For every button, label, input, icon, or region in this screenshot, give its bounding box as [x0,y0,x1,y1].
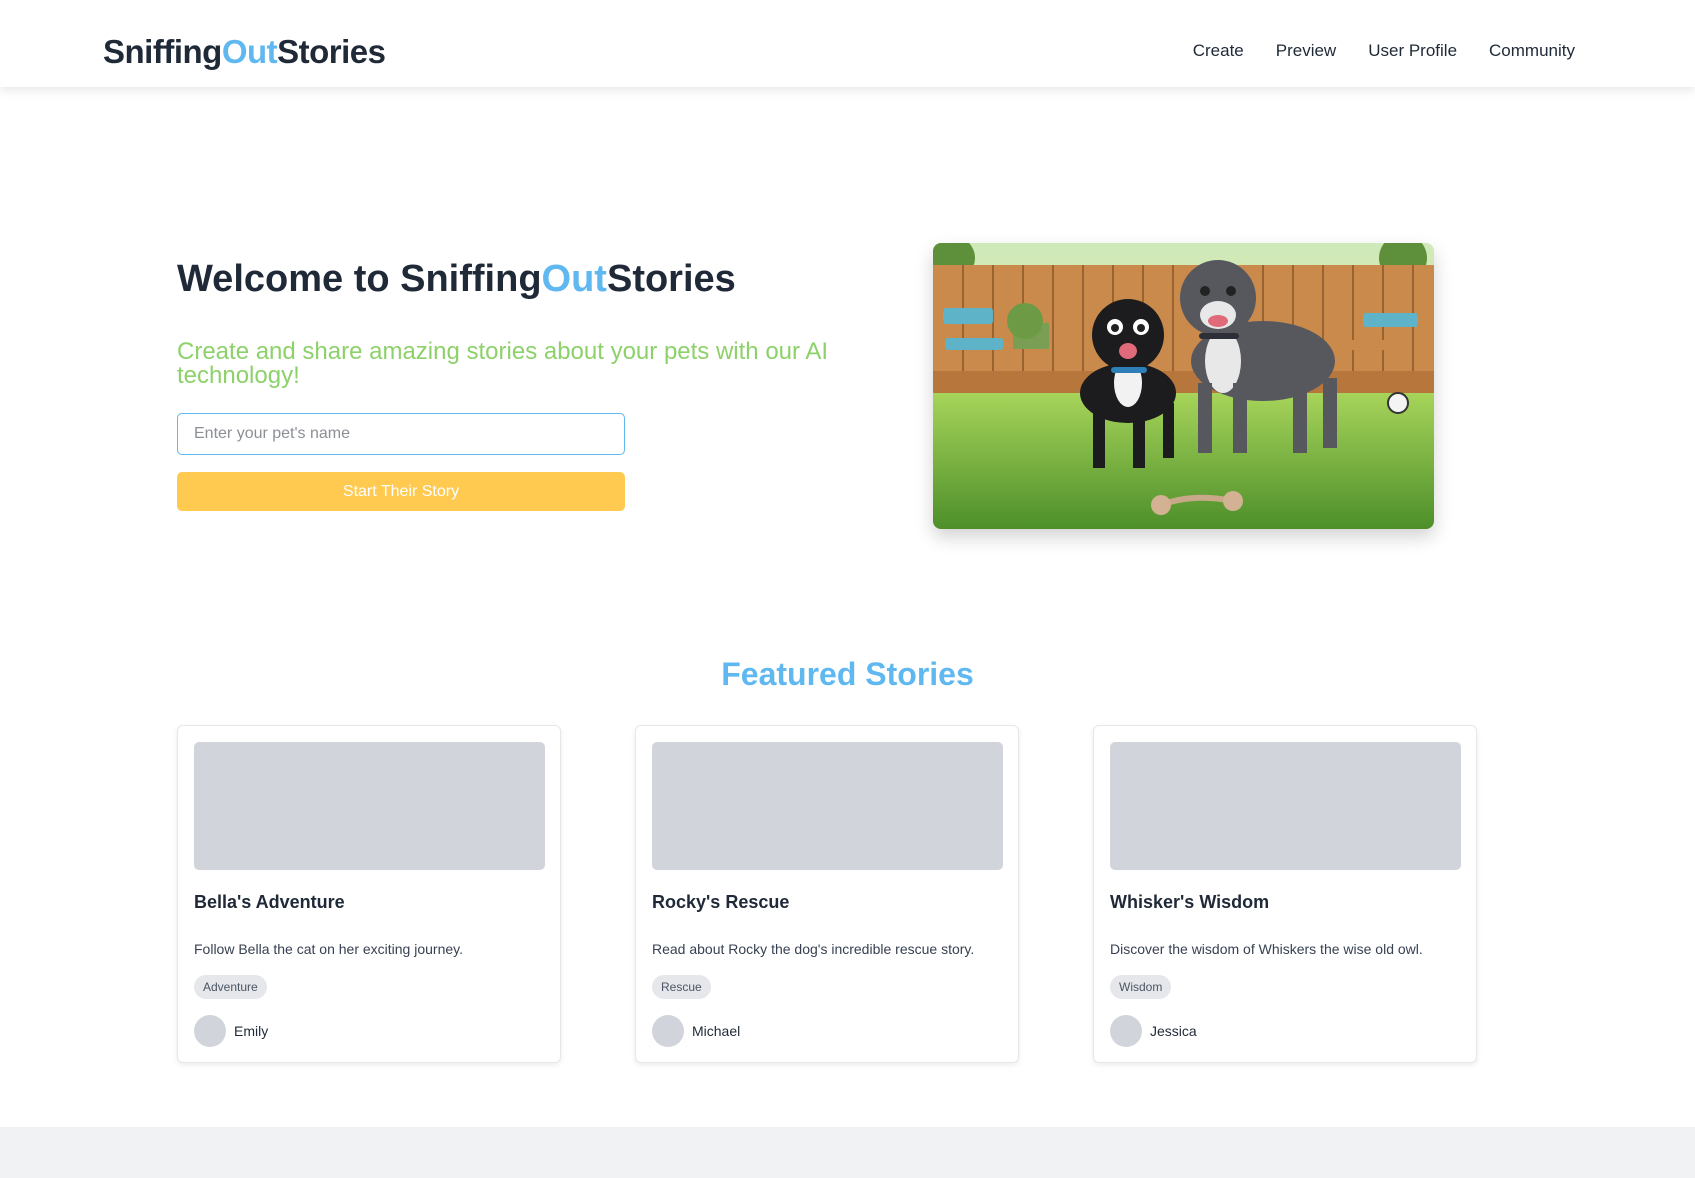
logo-part-stories: Stories [277,33,386,70]
story-title: Whisker's Wisdom [1110,892,1270,912]
pet-name-input[interactable] [177,413,625,455]
story-thumbnail [194,742,545,870]
featured-stories-title: Featured Stories [721,656,974,692]
story-description: Read about Rocky the dog's incredible re… [652,941,975,957]
logo-part-sniffing: Sniffing [103,33,222,70]
story-tag[interactable]: Rescue [652,975,711,999]
story-thumbnail [1110,742,1461,870]
hero-brand-stories: Stories [606,258,736,300]
footer [0,1127,1695,1178]
dogs-illustration [933,243,1434,529]
hero-title-prefix: Welcome to [177,258,401,300]
hero-brand-sniffing: Sniffing [400,258,542,300]
author-avatar [652,1015,684,1047]
author-name: Emily [234,1023,269,1039]
author-name: Michael [692,1023,741,1039]
nav-preview[interactable]: Preview [1276,41,1336,61]
nav-user-profile[interactable]: User Profile [1368,41,1457,61]
hero-title: Welcome to SniffingOutStories [177,258,736,301]
main-nav: Create Preview User Profile Community [1193,41,1575,61]
logo-part-out: Out [221,33,278,70]
story-card-rocky[interactable]: Rocky's Rescue Read about Rocky the dog'… [635,725,1019,1063]
story-card-bella[interactable]: Bella's Adventure Follow Bella the cat o… [177,725,561,1063]
author-avatar [1110,1015,1142,1047]
story-title: Bella's Adventure [194,892,345,912]
site-logo[interactable]: SniffingOutStories [103,33,386,71]
story-tag[interactable]: Adventure [194,975,267,999]
nav-community[interactable]: Community [1489,41,1575,61]
hero-brand-out: Out [541,258,607,300]
hero-image-dogs-in-backyard [933,243,1434,529]
story-description: Follow Bella the cat on her exciting jou… [194,941,463,957]
featured-stories-list: Bella's Adventure Follow Bella the cat o… [177,725,1477,1063]
site-header: SniffingOutStories Create Preview User P… [0,0,1695,87]
story-description: Discover the wisdom of Whiskers the wise… [1110,941,1423,957]
author-avatar [194,1015,226,1047]
nav-create[interactable]: Create [1193,41,1244,61]
story-thumbnail [652,742,1003,870]
story-tag[interactable]: Wisdom [1110,975,1172,999]
author-name: Jessica [1150,1023,1197,1039]
story-card-whiskers[interactable]: Whisker's Wisdom Discover the wisdom of … [1093,725,1477,1063]
hero-subtitle: Create and share amazing stories about y… [177,338,829,389]
story-title: Rocky's Rescue [652,892,790,912]
start-story-button[interactable]: Start Their Story [177,472,625,511]
